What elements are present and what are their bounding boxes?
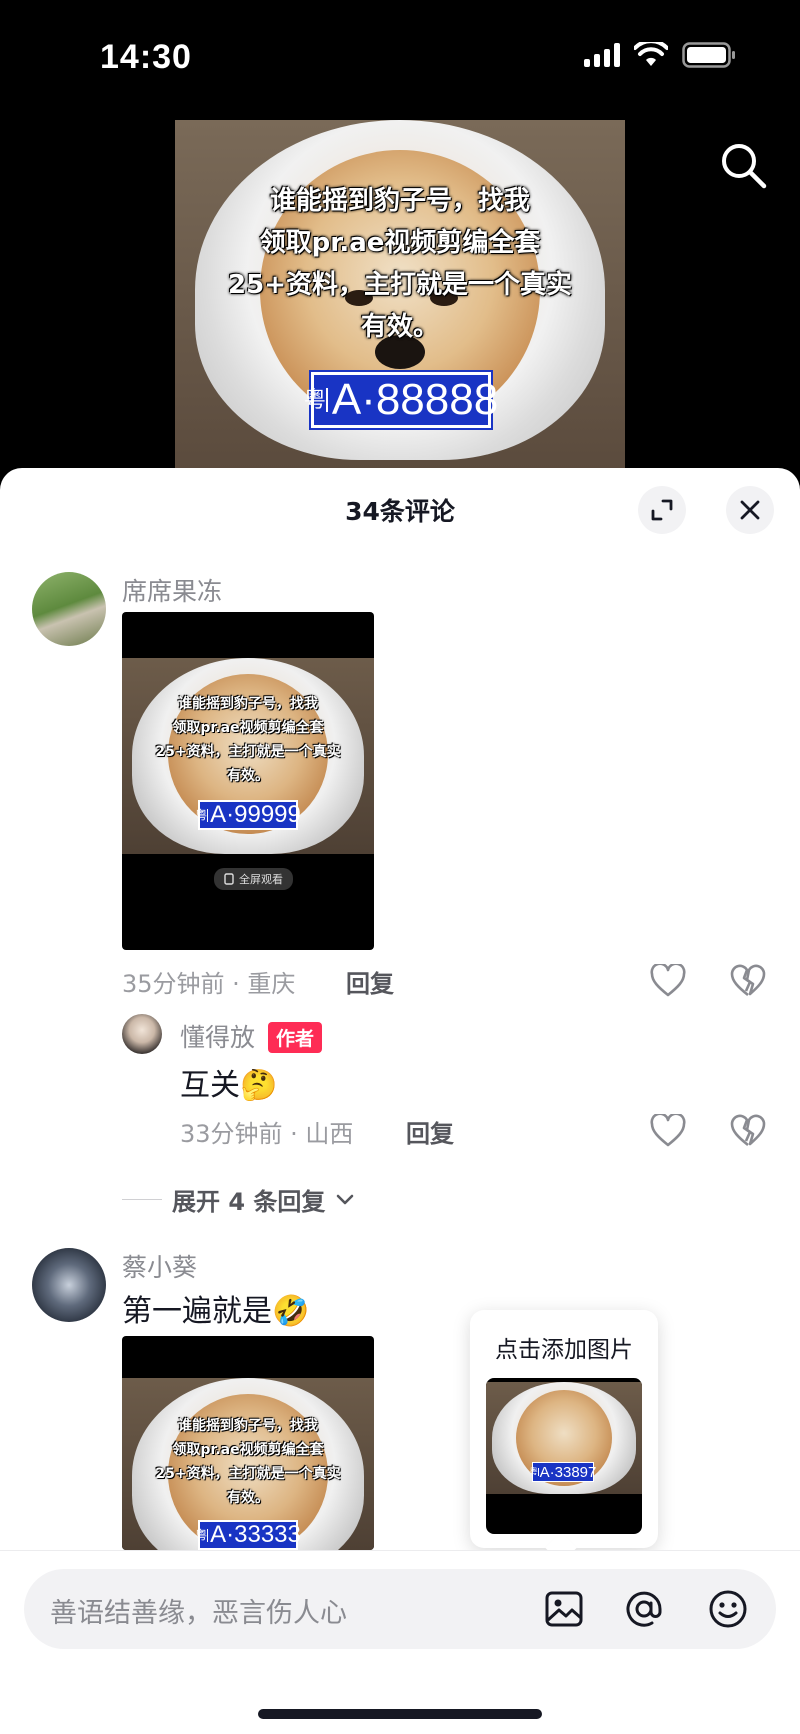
comments-sheet: 34条评论 席席果冻 谁能摇到豹子号，找我 领取pr.ae视频剪编全套 25+资…: [0, 468, 800, 1734]
cellular-signal-icon: [584, 43, 620, 67]
plate-province: 粤: [195, 807, 209, 822]
sheet-header: 34条评论: [0, 468, 800, 552]
comment-username[interactable]: 席席果冻: [122, 572, 222, 608]
expand-divider: [122, 1199, 162, 1200]
reply-text: 互关🤔: [180, 1060, 277, 1104]
laughing-emoji: 🤣: [272, 1294, 310, 1329]
image-icon[interactable]: [542, 1587, 586, 1631]
comment-text: 第一遍就是🤣: [122, 1286, 309, 1330]
reply-username[interactable]: 懂得放: [180, 1018, 255, 1054]
expand-replies-link[interactable]: 展开 4 条回复: [122, 1182, 355, 1217]
author-badge: 作者: [268, 1022, 323, 1053]
license-plate: 粤 A·33897: [529, 1462, 597, 1482]
license-plate: 粤 A·99999: [195, 800, 301, 830]
preview-frame: 粤 A·33897: [486, 1382, 642, 1494]
plate-number: A·33333: [210, 1521, 301, 1548]
expand-icon: [651, 499, 673, 521]
close-button[interactable]: [726, 486, 774, 534]
plate-province: 粤: [195, 1527, 209, 1542]
avatar[interactable]: [122, 1014, 162, 1054]
video-overlay-text: 谁能摇到豹子号，找我 领取pr.ae视频剪编全套 25+资料，主打就是一个真实 …: [228, 186, 572, 342]
emoji-icon[interactable]: [706, 1587, 750, 1631]
fullscreen-icon: [224, 873, 234, 885]
thinking-emoji: 🤔: [240, 1068, 278, 1103]
plate-province: 粤: [529, 1467, 539, 1476]
dislike-icon[interactable]: [730, 964, 766, 998]
heart-icon[interactable]: [650, 1114, 686, 1148]
recent-image-preview[interactable]: 粤 A·33897: [486, 1378, 642, 1534]
comment-meta: 35分钟前 · 重庆: [122, 970, 296, 998]
at-icon[interactable]: [622, 1587, 666, 1631]
add-image-popup[interactable]: 点击添加图片 粤 A·33897: [470, 1310, 658, 1564]
fullscreen-label: 全屏观看: [239, 873, 283, 886]
chevron-down-icon: [337, 1194, 354, 1204]
comment-image[interactable]: 谁能摇到豹子号，找我 领取pr.ae视频剪编全套 25+资料，主打就是一个真实 …: [122, 612, 374, 950]
plate-number: A·88888: [331, 375, 499, 424]
avatar[interactable]: [32, 1248, 106, 1322]
fullscreen-chip[interactable]: 全屏观看: [214, 868, 293, 890]
license-plate: 粤 A·88888: [304, 372, 498, 428]
status-bar: 14:30: [0, 0, 800, 110]
expand-replies-label: 展开 4 条回复: [172, 1188, 326, 1216]
search-icon: [722, 144, 767, 189]
comment-image-text: 谁能摇到豹子号，找我 领取pr.ae视频剪编全套 25+资料，主打就是一个真实 …: [155, 1418, 341, 1506]
search-button[interactable]: [718, 140, 770, 192]
dislike-icon[interactable]: [730, 1114, 766, 1148]
expand-button[interactable]: [638, 486, 686, 534]
status-time: 14:30: [100, 38, 192, 76]
wifi-icon: [634, 42, 668, 66]
comment-input-placeholder: 善语结善缘，恶言伤人心: [50, 1598, 347, 1629]
comment-input-bar: 善语结善缘，恶言伤人心: [0, 1550, 800, 1734]
home-indicator[interactable]: [258, 1709, 542, 1719]
status-icons: [584, 42, 736, 68]
license-plate: 粤 A·33333: [195, 1520, 301, 1550]
reply-button[interactable]: 回复: [346, 964, 394, 999]
comment-image[interactable]: 谁能摇到豹子号，找我 领取pr.ae视频剪编全套 25+资料，主打就是一个真实 …: [122, 1336, 374, 1550]
popup-title: 点击添加图片: [495, 1337, 633, 1363]
reply-meta: 33分钟前 · 山西: [180, 1120, 354, 1148]
close-icon: [740, 500, 760, 520]
heart-icon[interactable]: [650, 964, 686, 998]
plate-number: A·99999: [210, 801, 301, 828]
comment-username[interactable]: 蔡小葵: [122, 1248, 197, 1284]
comment-text-content: 第一遍就是: [122, 1294, 272, 1329]
comment-input[interactable]: 善语结善缘，恶言伤人心: [24, 1569, 776, 1649]
video-player[interactable]: 谁能摇到豹子号，找我 领取pr.ae视频剪编全套 25+资料，主打就是一个真实 …: [175, 120, 625, 470]
comment-image-text: 谁能摇到豹子号，找我 领取pr.ae视频剪编全套 25+资料，主打就是一个真实 …: [155, 696, 341, 784]
reply-text-content: 互关: [180, 1068, 240, 1103]
comment-image-frame: 谁能摇到豹子号，找我 领取pr.ae视频剪编全套 25+资料，主打就是一个真实 …: [122, 658, 374, 854]
battery-icon: [682, 42, 735, 68]
plate-province: 粤: [303, 387, 328, 412]
reply-button[interactable]: 回复: [406, 1114, 454, 1149]
plate-number: A·33897: [539, 1463, 597, 1481]
avatar[interactable]: [32, 572, 106, 646]
comment-image-frame: 谁能摇到豹子号，找我 领取pr.ae视频剪编全套 25+资料，主打就是一个真实 …: [122, 1378, 374, 1550]
